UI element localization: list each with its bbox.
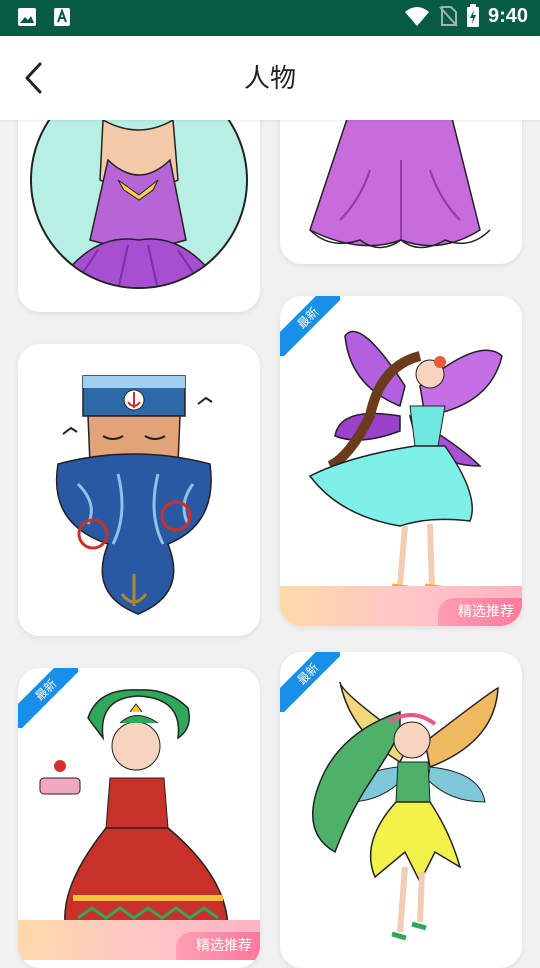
wifi-icon bbox=[404, 7, 429, 26]
text-a-icon bbox=[54, 8, 70, 26]
recommend-label: 精选推荐 bbox=[176, 932, 260, 960]
coloring-card[interactable]: 最新 精选推荐 bbox=[280, 296, 522, 626]
status-bar: 9:40 bbox=[0, 0, 540, 36]
sailor-illustration bbox=[55, 375, 213, 615]
new-ribbon: 最新 bbox=[280, 296, 340, 356]
coloring-card[interactable]: 最新 精选推荐 bbox=[18, 668, 260, 968]
battery-charging-icon bbox=[466, 4, 479, 27]
new-badge-label: 最新 bbox=[18, 668, 78, 728]
new-ribbon: 最新 bbox=[280, 652, 340, 712]
clock: 9:40 bbox=[487, 4, 528, 27]
coloring-card[interactable]: 最新 bbox=[280, 652, 522, 968]
image-icon bbox=[18, 8, 36, 26]
coloring-card[interactable] bbox=[18, 344, 260, 636]
app-bar: 人物 bbox=[0, 36, 540, 120]
new-ribbon: 最新 bbox=[18, 668, 78, 728]
new-badge-label: 最新 bbox=[280, 296, 340, 356]
new-badge-label: 最新 bbox=[280, 652, 340, 712]
page-title: 人物 bbox=[243, 64, 296, 94]
recommend-banner: 精选推荐 bbox=[280, 586, 522, 626]
recommend-banner: 精选推荐 bbox=[18, 920, 260, 960]
recommend-label: 精选推荐 bbox=[438, 598, 522, 626]
no-sim-icon bbox=[439, 6, 458, 27]
